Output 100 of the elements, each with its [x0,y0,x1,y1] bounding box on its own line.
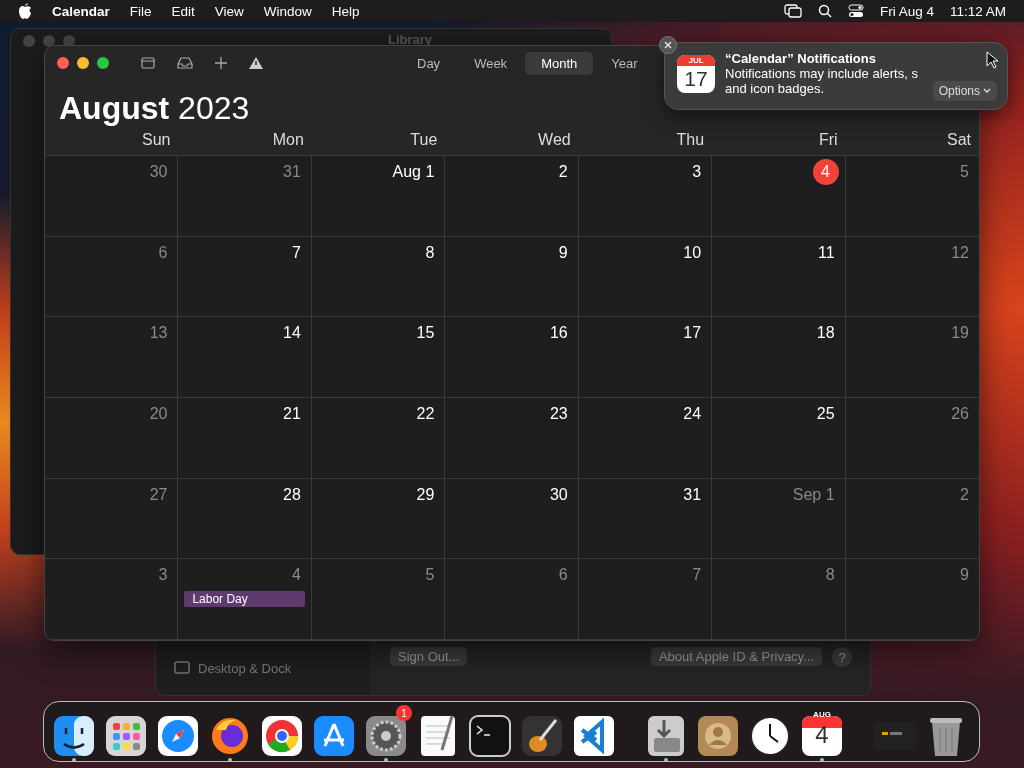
notification-text: and icon badges. [725,81,826,96]
options-button[interactable]: Options [932,81,997,101]
day-cell[interactable]: 20 [45,398,179,479]
day-cell[interactable]: 8 [311,236,446,318]
day-cell[interactable]: 14 [178,317,312,398]
menu-bar-time[interactable]: 11:12 AM [949,3,1006,19]
day-cell[interactable]: 17 [578,317,713,398]
apple-logo-icon[interactable] [18,3,32,19]
day-cell[interactable]: 3 [45,559,179,640]
view-tab[interactable]: Year [595,51,654,75]
view-tab[interactable]: Day [401,51,457,75]
zoom-button[interactable] [97,57,109,69]
minimize-button[interactable] [77,57,89,69]
day-number: 29 [415,484,436,505]
day-number: 19 [950,323,970,344]
sidebar-icon[interactable] [141,57,155,69]
menu-item[interactable]: Edit [171,3,195,19]
day-number: 15 [415,323,436,344]
day-cell[interactable]: 7 [578,559,713,640]
day-cell[interactable]: 9 [845,559,979,640]
weekday-label: Wed [537,131,572,150]
day-cell[interactable]: 29 [311,478,446,560]
day-number: 6 [557,565,569,586]
day-number: 23 [548,404,569,424]
weekday-label: Fri [817,131,839,150]
day-cell[interactable]: 6 [445,559,579,640]
day-cell[interactable]: 24 [578,398,713,479]
day-cell[interactable]: 25 [712,398,846,479]
inbox-icon[interactable] [177,57,193,69]
event-chip[interactable]: Labor Day [184,591,305,608]
day-cell[interactable]: 13 [45,317,179,398]
day-number: 9 [959,565,970,586]
day-number: 4 [290,565,302,586]
view-tab[interactable]: Week [458,51,524,75]
day-cell[interactable]: 18 [712,317,846,398]
day-number: 24 [682,404,703,424]
day-cell[interactable]: 6 [45,236,179,318]
day-cell[interactable]: 7 [178,236,312,318]
day-cell[interactable]: 12 [845,236,979,318]
day-cell[interactable]: 10 [578,236,713,318]
control-center-icon[interactable] [847,4,864,18]
day-number: 28 [282,484,302,505]
notification-title: “Calendar” Notifications [725,51,877,66]
day-cell[interactable]: 2 [845,478,979,560]
day-number: 3 [157,565,169,586]
app-menu[interactable]: Calendar [52,3,110,19]
day-cell[interactable]: 27 [45,478,179,560]
day-cell[interactable]: 4 [712,156,846,237]
day-cell[interactable]: Sep 1 [712,478,846,560]
windows-icon[interactable] [783,4,802,18]
day-number: 8 [424,242,436,263]
day-cell[interactable]: 19 [845,317,979,398]
day-number: 14 [282,323,302,344]
close-icon[interactable] [659,36,677,54]
day-cell[interactable]: 3 [578,156,713,237]
day-number: 2 [557,162,569,182]
day-cell[interactable]: 4 Labor Day [178,559,312,640]
weekday-label: Sat [946,131,972,150]
day-number: 4 [812,159,839,185]
day-cell[interactable]: 5 [845,156,979,237]
day-cell[interactable]: 26 [845,398,979,479]
day-cell[interactable]: Aug 1 [311,156,446,237]
day-number: 31 [682,484,703,505]
day-cell[interactable]: 8 [712,559,846,640]
day-number: 11 [816,242,836,263]
weekday-label: Sun [140,131,172,150]
day-cell[interactable]: 21 [178,398,312,479]
day-cell[interactable]: 28 [178,478,312,560]
day-cell[interactable]: 16 [445,317,579,398]
menu-item[interactable]: View [214,3,244,19]
day-number: 13 [148,323,169,344]
day-cell[interactable]: 11 [712,236,846,318]
day-cell[interactable]: 2 [445,156,579,237]
menu-item[interactable]: Window [263,3,312,19]
day-cell[interactable]: 5 [311,559,446,640]
close-button[interactable] [57,57,69,69]
day-number: 16 [548,323,569,344]
search-icon[interactable] [817,4,832,18]
notification-text: Notifications may include alerts, s [725,66,918,81]
menu-bar-date[interactable]: Fri Aug 4 [879,3,934,19]
day-cell[interactable]: 31 [178,156,312,237]
day-number: 8 [824,565,836,586]
view-tab[interactable]: Month [525,51,594,75]
day-cell[interactable]: 9 [445,236,579,318]
day-cell[interactable]: 15 [311,317,446,398]
warning-icon[interactable] [249,57,263,69]
day-number: 26 [950,404,970,424]
day-number: 10 [682,242,703,263]
day-cell[interactable]: 22 [311,398,446,479]
menu-item[interactable]: File [129,3,152,19]
day-number: Sep 1 [791,484,836,505]
day-cell[interactable]: 30 [45,156,179,237]
sidebar-item[interactable]: Desktop & Dock [198,661,292,676]
day-number: 12 [950,242,970,263]
day-cell[interactable]: 31 [578,478,713,560]
day-cell[interactable]: 30 [445,478,579,560]
day-cell[interactable]: 23 [445,398,579,479]
menu-item[interactable]: Help [331,3,360,19]
add-icon[interactable] [215,57,227,69]
notification-banner[interactable]: JUL 17 “Calendar” Notifications Notifications may include alerts, s and icon badges. Options [664,42,1008,110]
